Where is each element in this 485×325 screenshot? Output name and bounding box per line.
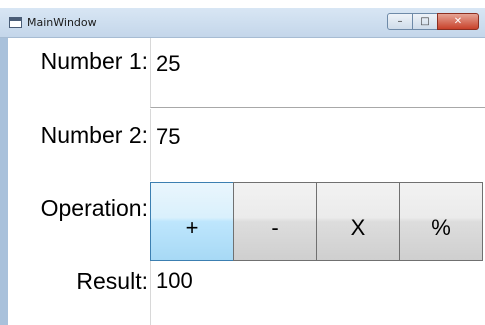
add-button[interactable]: + <box>150 182 234 261</box>
multiply-button[interactable]: X <box>316 182 400 261</box>
maximize-button[interactable]: □ <box>412 13 438 30</box>
close-button[interactable]: ✕ <box>437 13 479 30</box>
number1-label: Number 1: <box>40 48 148 74</box>
operation-label: Operation: <box>40 195 148 221</box>
percent-button[interactable]: % <box>399 182 483 261</box>
client-area: Number 1: 25 Number 2: 75 Operation: + -… <box>8 38 485 325</box>
number2-label: Number 2: <box>40 122 148 148</box>
main-window: MainWindow – □ ✕ Number 1: 25 Number 2: … <box>0 8 485 325</box>
result-value: 100 <box>150 261 485 325</box>
caption-buttons: – □ ✕ <box>387 13 479 31</box>
window-title: MainWindow <box>27 16 97 29</box>
number2-input[interactable]: 75 <box>150 109 485 181</box>
minimize-button[interactable]: – <box>387 13 413 30</box>
operation-buttons: + - X % <box>150 182 485 261</box>
window-icon <box>9 17 22 28</box>
subtract-button[interactable]: - <box>233 182 317 261</box>
result-label: Result: <box>76 268 148 294</box>
number1-input[interactable]: 25 <box>150 38 485 108</box>
background-window-sliver <box>0 0 485 8</box>
title-bar[interactable]: MainWindow – □ ✕ <box>0 8 485 38</box>
